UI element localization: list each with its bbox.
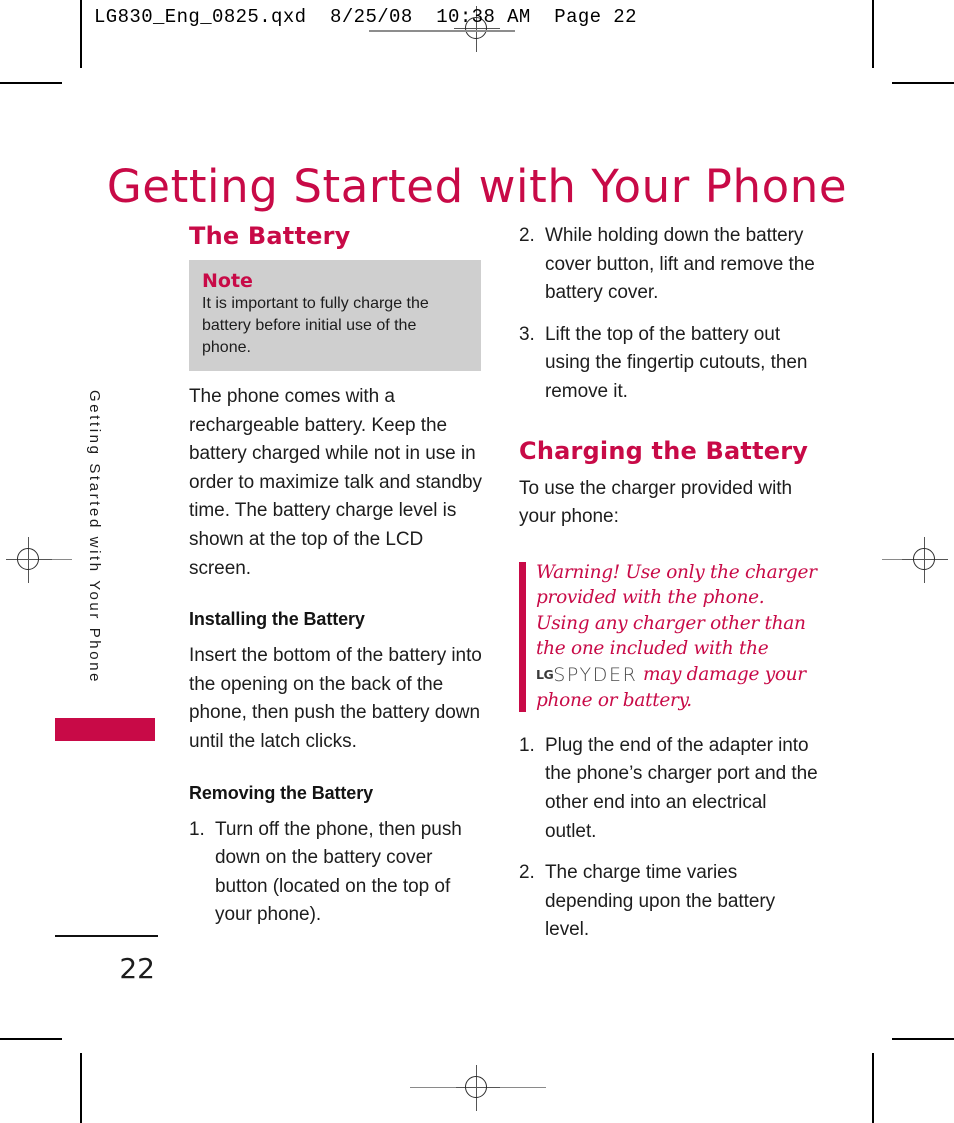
list-item: 1. Turn off the phone, then push down on… <box>189 816 489 930</box>
registration-tail-bottom-left <box>410 1087 456 1089</box>
side-running-head: Getting Started with Your Phone <box>86 390 103 685</box>
warning-text: Warning! Use only the charger provided w… <box>536 560 819 714</box>
registration-tail-left <box>52 559 72 561</box>
side-thumb-tab <box>55 718 155 741</box>
crop-mark-bottom-left-horizontal <box>0 1038 62 1040</box>
list-item: 3. Lift the top of the battery out using… <box>519 321 819 407</box>
crop-mark-top-left-vertical <box>80 0 82 68</box>
subheading-installing-the-battery: Installing the Battery <box>189 609 365 630</box>
note-text: It is important to fully charge the batt… <box>202 295 429 356</box>
step-text: Lift the top of the battery out using th… <box>545 323 808 402</box>
page-canvas: LG830_Eng_0825.qxd 8/25/08 10:38 AM Page… <box>0 0 954 1123</box>
page-title: Getting Started with Your Phone <box>106 160 848 214</box>
installing-paragraph: Insert the bottom of the battery into th… <box>189 645 482 752</box>
step-text: Plug the end of the adapter into the pho… <box>545 734 818 842</box>
step-number: 2. <box>519 862 535 884</box>
registration-mark-right <box>902 537 948 583</box>
charging-steps-list: 1. Plug the end of the adapter into the … <box>519 732 819 945</box>
list-item: 1. Plug the end of the adapter into the … <box>519 732 819 846</box>
charging-paragraph: To use the charger provided with your ph… <box>519 477 793 528</box>
section-heading-charging-the-battery: Charging the Battery <box>519 436 809 465</box>
warning-text-before-logo: Warning! Use only the charger provided w… <box>536 561 817 660</box>
crop-mark-top-right-horizontal <box>892 82 954 84</box>
warning-accent-bar <box>519 561 526 712</box>
section-heading-the-battery: The Battery <box>189 222 351 250</box>
removing-steps-list: 1. Turn off the phone, then push down on… <box>189 816 489 930</box>
left-column: The Battery Note It is important to full… <box>189 222 489 943</box>
crop-mark-top-right-vertical <box>872 0 874 68</box>
crop-mark-bottom-right-horizontal <box>892 1038 954 1040</box>
page-number: 22 <box>119 952 155 985</box>
folio-rule <box>55 935 158 937</box>
lg-logo: LG <box>536 666 554 682</box>
spyder-wordmark: SPYDER <box>553 663 638 686</box>
step-number: 1. <box>189 818 205 840</box>
list-item: 2. While holding down the battery cover … <box>519 222 819 308</box>
note-label: Note <box>202 270 253 292</box>
warning-callout: Warning! Use only the charger provided w… <box>519 560 819 714</box>
subheading-removing-the-battery: Removing the Battery <box>189 782 374 803</box>
step-number: 3. <box>519 323 535 345</box>
file-slug-line: LG830_Eng_0825.qxd 8/25/08 10:38 AM Page… <box>94 6 637 28</box>
step-text: Turn off the phone, then push down on th… <box>215 818 462 926</box>
registration-tail-right <box>882 559 902 561</box>
step-number: 2. <box>519 225 535 246</box>
registration-mark-left <box>6 537 52 583</box>
step-text: While holding down the battery cover but… <box>545 225 815 304</box>
removing-steps-continued-list: 2. While holding down the battery cover … <box>519 222 819 407</box>
list-item: 2. The charge time varies depending upon… <box>519 859 819 945</box>
registration-mark-bottom <box>454 1065 500 1111</box>
crop-mark-bottom-right-vertical <box>872 1053 874 1123</box>
intro-paragraph: The phone comes with a rechargeable batt… <box>189 386 482 579</box>
note-callout: Note It is important to fully charge the… <box>189 260 481 371</box>
registration-tail-bottom-right <box>500 1087 546 1089</box>
step-text: The charge time varies depending upon th… <box>545 862 776 941</box>
crop-mark-top-left-horizontal <box>0 82 62 84</box>
step-number: 1. <box>519 734 535 756</box>
registration-rule-top <box>369 30 515 32</box>
right-column: 2. While holding down the battery cover … <box>519 222 819 958</box>
crop-mark-bottom-left-vertical <box>80 1053 82 1123</box>
